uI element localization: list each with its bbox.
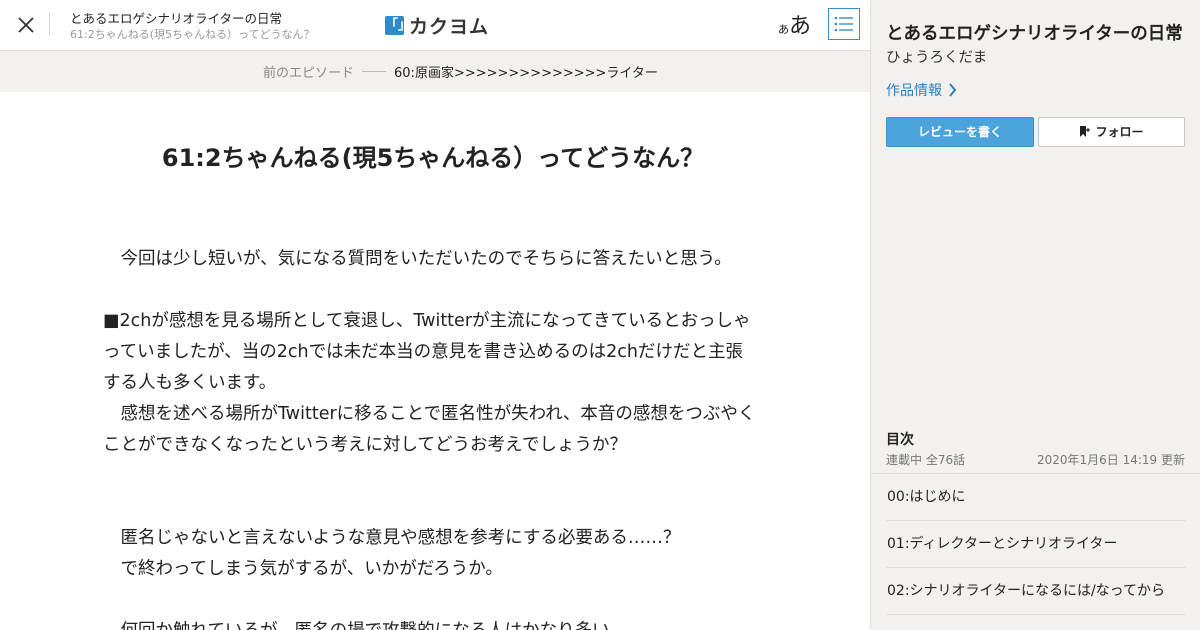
toc-heading: 目次 (886, 432, 914, 448)
close-button[interactable] (14, 13, 38, 37)
font-size-button[interactable]: ああ (778, 8, 812, 39)
body-line: 感想を述べる場所がTwitterに移ることで匿名性が失われ、本音の感想をつぶやく (103, 404, 756, 424)
top-bar: とあるエロゲシナリオライターの日常 61:2ちゃんねる(現5ちゃんねる）ってどう… (0, 0, 870, 51)
body-line: ことができなくなったという考えに対してどうお考えでしょうか？ (103, 435, 627, 455)
follow-button-label: フォロー (1095, 125, 1144, 139)
font-size-small-glyph: あ (778, 23, 789, 36)
prev-episode-link[interactable]: 前のエピソード 60:原画家>>>>>>>>>>>>>>ライター (263, 51, 658, 92)
logo-text: カクヨム (409, 16, 490, 38)
reader-pane: とあるエロゲシナリオライターの日常 61:2ちゃんねる(現5ちゃんねる）ってどう… (0, 0, 870, 630)
body-line: ■2chが感想を見る場所として衰退し、Twitterが主流になってきているとおっ… (103, 311, 751, 331)
body-line (103, 275, 775, 306)
list-icon (834, 16, 853, 32)
body-line: で終わってしまう気がするが、いかがだろうか。 (103, 559, 503, 579)
body-line (103, 461, 775, 492)
topbar-divider (49, 12, 50, 36)
body-line: 匿名じゃないと言えないような意見や感想を参考にする必要ある……？ (103, 528, 681, 548)
sidebar-author[interactable]: ひょうろくだま (886, 46, 987, 67)
write-review-button[interactable]: レビューを書く (886, 117, 1034, 147)
sidebar-work-title[interactable]: とあるエロゲシナリオライターの日常 (886, 20, 1183, 45)
toc-toggle-button[interactable] (828, 8, 860, 40)
prev-episode-rule (362, 71, 387, 72)
toc-list: 00:はじめに 01:ディレクターとシナリオライター 02:シナリオライターにな… (886, 474, 1186, 615)
close-icon (18, 17, 34, 33)
current-episode-title: 61:2ちゃんねる(現5ちゃんねる）ってどうなん？ (70, 28, 315, 41)
work-title-link[interactable]: とあるエロゲシナリオライターの日常 (70, 10, 314, 27)
work-info-link[interactable]: 作品情報 (886, 80, 957, 100)
logo-mark-icon: 「」 (385, 16, 412, 35)
bookmark-plus-icon (1080, 126, 1091, 137)
prev-episode-title: 60:原画家>>>>>>>>>>>>>>ライター (394, 66, 658, 81)
follow-button[interactable]: フォロー (1038, 117, 1185, 147)
body-line (103, 492, 775, 523)
work-info-label: 作品情報 (886, 83, 942, 99)
toc-item[interactable]: 01:ディレクターとシナリオライター (886, 521, 1186, 568)
episode-heading: 61:2ちゃんねる(現5ちゃんねる）ってどうなん？ (161, 144, 705, 173)
top-titles: とあるエロゲシナリオライターの日常 61:2ちゃんねる(現5ちゃんねる）ってどう… (70, 10, 314, 43)
toc-status: 連載中 全76話 (886, 453, 966, 467)
episode-body: 今回は少し短いが、気になる質問をいただいたのでそちらに答えたいと思う。 ■2chが… (103, 244, 775, 630)
kakuyomu-logo[interactable]: 「」 カクヨム (385, 12, 489, 39)
font-size-large-glyph: あ (789, 14, 812, 39)
toc-item[interactable]: 00:はじめに (886, 474, 1186, 521)
toc-item[interactable]: 02:シナリオライターになるには/なってから (886, 568, 1186, 615)
chevron-right-icon (949, 83, 957, 97)
body-line: する人も多くいます。 (103, 373, 277, 393)
prev-episode-bar: 前のエピソード 60:原画家>>>>>>>>>>>>>>ライター (0, 51, 870, 92)
sidebar: とあるエロゲシナリオライターの日常 ひょうろくだま 作品情報 レビューを書く フ… (870, 0, 1200, 630)
body-line: 今回は少し短いが、気になる質問をいただいたのでそちらに答えたいと思う。 (103, 249, 732, 269)
body-line: 何回か触れているが、匿名の場で攻撃的になる人はかなり多い (103, 616, 775, 630)
prev-episode-label: 前のエピソード (263, 66, 355, 81)
body-line (103, 585, 775, 616)
toc-updated-date: 2020年1月6日 14:19 更新 (1036, 453, 1185, 467)
body-line: っていましたが、当の2chでは未だ本当の意見を書き込めるのは2chだけだと主張 (103, 342, 743, 362)
